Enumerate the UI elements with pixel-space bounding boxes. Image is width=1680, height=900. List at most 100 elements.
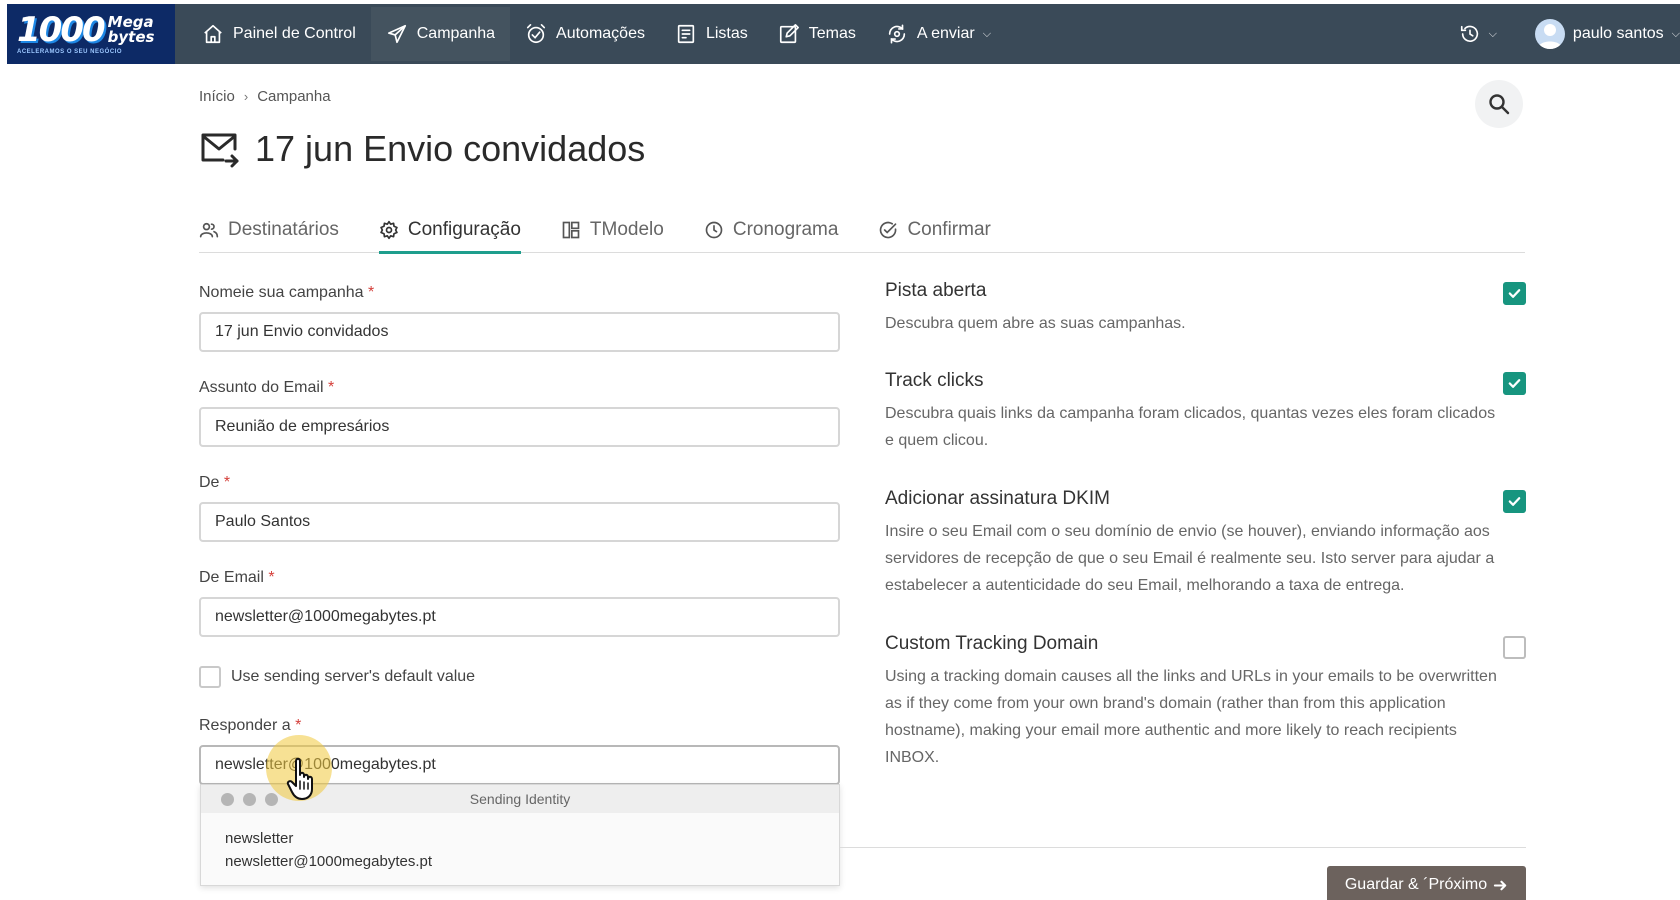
required-mark: *: [368, 284, 375, 301]
track-clicks-checkbox[interactable]: [1503, 372, 1526, 395]
chevron-down-icon: ⌵: [1488, 27, 1497, 40]
open-tracking-checkbox[interactable]: [1503, 282, 1526, 305]
edit-icon: [779, 24, 799, 44]
chevron-down-icon: ⌵: [982, 27, 992, 40]
nav-item-themes[interactable]: Temas: [763, 7, 871, 61]
setting-title: Track clicks: [885, 370, 984, 391]
tab-confirm[interactable]: Confirmar: [878, 208, 991, 253]
identity-name: newsletter: [225, 830, 294, 847]
page-title: 17 jun Envio convidados: [255, 128, 646, 169]
tab-label: TModelo: [589, 218, 664, 240]
campaign-name-label: Nomeie sua campanha *: [199, 284, 374, 302]
nav-label: Campanha: [416, 25, 496, 42]
from-email-input[interactable]: [199, 597, 840, 637]
label-text: Assunto do Email: [199, 379, 324, 396]
use-default-checkbox-row[interactable]: Use sending server's default value: [199, 666, 475, 688]
nav-item-campaign[interactable]: Campanha: [370, 7, 511, 61]
setting-description: Descubra quem abre as suas campanhas.: [885, 315, 1186, 332]
nav-item-lists[interactable]: Listas: [660, 7, 763, 61]
users-icon: [199, 222, 219, 237]
checkmark-icon: [1508, 379, 1521, 388]
setting-description: Using a tracking domain causes all the l…: [885, 668, 1497, 766]
label-text: De: [199, 474, 220, 491]
checkmark-icon: [1508, 497, 1521, 506]
nav-label: A enviar: [916, 25, 975, 42]
tab-settings[interactable]: Configuração: [378, 208, 521, 254]
campaign-name-input[interactable]: [199, 312, 840, 352]
dkim-checkbox[interactable]: [1503, 490, 1526, 513]
check-circle-icon: [880, 221, 897, 238]
breadcrumb-home[interactable]: Início: [199, 88, 235, 105]
nav-label: Automações: [556, 25, 645, 42]
user-menu[interactable]: paulo santos ⌵: [1534, 19, 1680, 49]
setting-title: Adicionar assinatura DKIM: [885, 488, 1110, 509]
footer-divider: [840, 847, 1526, 848]
mail-forward-icon: [201, 133, 239, 168]
tab-schedule[interactable]: Cronograma: [704, 208, 839, 253]
chevron-down-icon: ⌵: [1671, 27, 1680, 40]
identity-email: newsletter@1000megabytes.pt: [225, 853, 433, 870]
tab-template[interactable]: TModelo: [561, 208, 664, 253]
brand-logo[interactable]: 1000 Mega bytes ACELERAMOS O SEU NEGÓCIO: [7, 4, 175, 64]
label-text: De Email: [199, 569, 264, 586]
search-icon: [1489, 94, 1510, 115]
hand-pointer-icon: [286, 757, 313, 800]
checkmark-icon: [1508, 289, 1521, 298]
alarm-clock-icon: [526, 24, 546, 44]
nav-item-dashboard[interactable]: Painel de Control: [187, 7, 371, 61]
nav-label: Painel de Control: [233, 25, 356, 42]
sync-icon: [888, 24, 906, 44]
use-default-checkbox[interactable]: [199, 666, 221, 688]
breadcrumb-current[interactable]: Campanha: [257, 88, 330, 105]
identity-option[interactable]: newsletter newsletter@1000megabytes.pt: [201, 813, 839, 873]
main-nav: Painel de Control Campanha Automações Li…: [187, 4, 1006, 64]
setting-open-tracking: Pista aberta Descubra quem abre as suas …: [885, 280, 1527, 337]
setting-title: Custom Tracking Domain: [885, 633, 1099, 654]
arrow-right-icon: [1493, 880, 1507, 890]
search-button[interactable]: [1475, 80, 1523, 128]
campaign-tabs: Destinatários Configuração TModelo Crono…: [199, 208, 1525, 254]
custom-tracking-domain-checkbox[interactable]: [1503, 636, 1526, 659]
clock-icon: [705, 221, 723, 238]
tab-label: Configuração: [407, 218, 521, 240]
tab-label: Cronograma: [732, 218, 839, 240]
required-mark: *: [327, 379, 335, 396]
setting-title: Pista aberta: [885, 280, 987, 301]
from-email-label: De Email *: [199, 569, 275, 587]
home-icon: [204, 24, 222, 44]
logo-word-bottom: bytes: [107, 28, 155, 46]
save-next-button[interactable]: Guardar & ´Próximo: [1327, 866, 1526, 900]
nav-label: Temas: [808, 25, 856, 42]
setting-dkim: Adicionar assinatura DKIM Insire o seu E…: [885, 488, 1527, 599]
nav-item-automations[interactable]: Automações: [510, 7, 660, 61]
required-mark: *: [223, 474, 231, 491]
top-navbar: 1000 Mega bytes ACELERAMOS O SEU NEGÓCIO…: [7, 4, 1680, 64]
from-name-input[interactable]: [199, 502, 840, 542]
save-next-label: Guardar & ´Próximo: [1344, 876, 1488, 893]
nav-label: Listas: [705, 25, 748, 42]
label-text: Nomeie sua campanha: [199, 284, 364, 301]
gear-icon: [380, 220, 398, 239]
nav-item-sending[interactable]: A enviar ⌵: [871, 7, 1006, 61]
logo-tagline: ACELERAMOS O SEU NEGÓCIO: [17, 49, 123, 55]
history-menu[interactable]: ⌵: [1459, 23, 1497, 45]
subject-input[interactable]: [199, 407, 840, 447]
required-mark: *: [268, 569, 275, 586]
use-default-label: Use sending server's default value: [231, 668, 476, 685]
breadcrumb: Início › Campanha: [199, 88, 331, 105]
user-name: paulo santos: [1572, 25, 1664, 42]
paper-plane-icon: [387, 24, 406, 44]
nav-right: ⌵ paulo santos ⌵: [1459, 4, 1680, 64]
tab-recipients[interactable]: Destinatários: [199, 208, 339, 253]
history-icon: [1460, 25, 1478, 42]
from-name-label: De *: [199, 474, 230, 492]
list-icon: [677, 24, 695, 44]
setting-description: Insire o seu Email com o seu domínio de …: [885, 523, 1495, 594]
template-icon: [562, 221, 580, 238]
reply-to-label: Responder a *: [199, 717, 301, 735]
subject-label: Assunto do Email *: [199, 379, 334, 397]
tab-label: Confirmar: [907, 218, 991, 240]
required-mark: *: [295, 717, 302, 734]
setting-track-clicks: Track clicks Descubra quais links da cam…: [885, 370, 1527, 454]
setting-description: Descubra quais links da campanha foram c…: [885, 405, 1496, 449]
